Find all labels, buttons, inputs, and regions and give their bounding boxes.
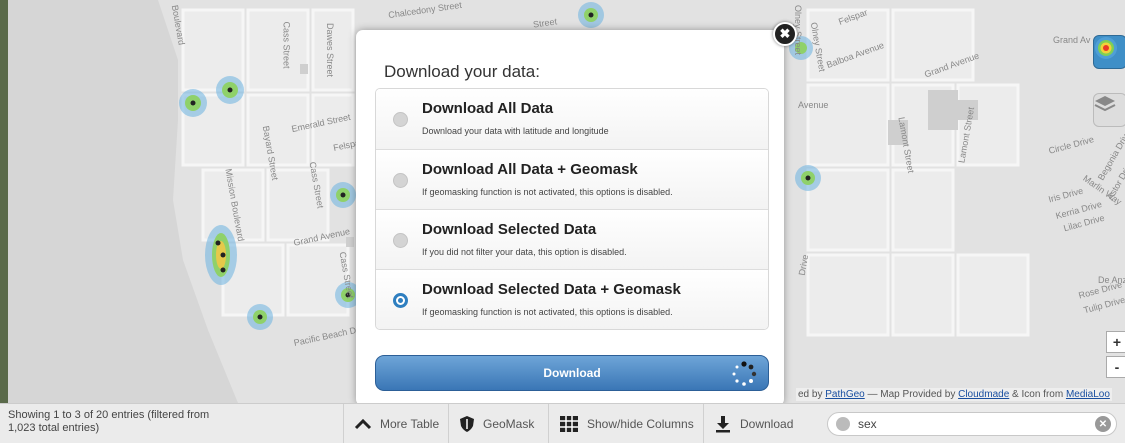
close-dialog-button[interactable]: ✖ <box>773 22 797 46</box>
option-description: If you did not filter your data, this op… <box>422 247 627 257</box>
more-table-button[interactable]: More Table <box>343 404 448 443</box>
attribution-text: & Icon from <box>1009 389 1066 400</box>
option-download-all-geomask[interactable]: Download All Data + Geomask If geomaskin… <box>376 149 768 209</box>
option-description: Download your data with latitude and lon… <box>422 126 609 136</box>
radio-button-checked[interactable] <box>393 293 408 308</box>
option-description: If geomasking function is not activated,… <box>422 307 673 317</box>
zoom-out-button[interactable]: - <box>1106 356 1125 378</box>
street-label: Avenue <box>798 100 829 110</box>
attribution-text: — Map Provided by <box>864 389 959 400</box>
layers-button[interactable] <box>1093 93 1125 127</box>
option-download-all[interactable]: Download All Data Download your data wit… <box>376 89 768 149</box>
pathgeo-link[interactable]: PathGeo <box>825 389 864 400</box>
option-download-selected-geomask[interactable]: Download Selected Data + Geomask If geom… <box>376 269 768 329</box>
download-label: Download <box>740 417 794 431</box>
street-label: De Anza <box>1098 275 1125 285</box>
option-title: Download Selected Data <box>422 221 597 238</box>
entries-info: Showing 1 to 3 of 20 entries (filtered f… <box>8 409 210 434</box>
medialoot-link[interactable]: MediaLoo <box>1066 389 1110 400</box>
option-download-selected[interactable]: Download Selected Data If you did not fi… <box>376 209 768 269</box>
geomask-button[interactable]: GeoMask <box>448 404 548 443</box>
search-box[interactable]: ✕ <box>827 412 1117 436</box>
street-label: Grand Av <box>1053 35 1091 45</box>
show-hide-columns-label: Show/hide Columns <box>587 417 694 431</box>
geomask-label: GeoMask <box>483 417 535 431</box>
street-label: Cass Street <box>281 21 292 69</box>
download-options: Download All Data Download your data wit… <box>375 88 769 330</box>
street-label: Dawes Street <box>325 22 336 78</box>
download-icon <box>714 415 732 433</box>
zoom-in-button[interactable]: + <box>1106 331 1125 353</box>
radio-button[interactable] <box>393 233 408 248</box>
loading-spinner-icon <box>732 361 757 386</box>
clear-search-icon[interactable]: ✕ <box>1095 416 1111 432</box>
dialog-title: Download your data: <box>384 62 540 81</box>
show-hide-columns-button[interactable]: Show/hide Columns <box>548 404 703 443</box>
shield-icon <box>459 415 475 433</box>
search-input[interactable] <box>858 416 1078 432</box>
option-description: If geomasking function is not activated,… <box>422 187 673 197</box>
attribution-prefix: ed by <box>798 389 826 400</box>
heatmap-toggle-button[interactable] <box>1093 35 1125 69</box>
cloudmade-link[interactable]: Cloudmade <box>958 389 1009 400</box>
table-toolbar: Showing 1 to 3 of 20 entries (filtered f… <box>0 403 1125 443</box>
layers-icon <box>1094 96 1116 112</box>
map-attribution: ed by PathGeo — Map Provided by Cloudmad… <box>796 388 1112 401</box>
heatmap-icon <box>1095 37 1117 59</box>
option-title: Download Selected Data + Geomask <box>422 281 681 298</box>
grid-icon <box>559 415 579 433</box>
more-table-label: More Table <box>380 417 440 431</box>
download-button-label: Download <box>543 366 601 380</box>
download-dialog: Download your data: Download All Data Do… <box>356 30 784 406</box>
download-button[interactable]: Download <box>375 355 769 391</box>
download-toolbar-button[interactable]: Download <box>703 404 808 443</box>
option-title: Download All Data <box>422 100 554 117</box>
radio-button[interactable] <box>393 112 408 127</box>
chevron-up-icon <box>354 418 372 430</box>
radio-button[interactable] <box>393 173 408 188</box>
search-icon <box>836 417 850 431</box>
option-title: Download All Data + Geomask <box>422 161 638 178</box>
